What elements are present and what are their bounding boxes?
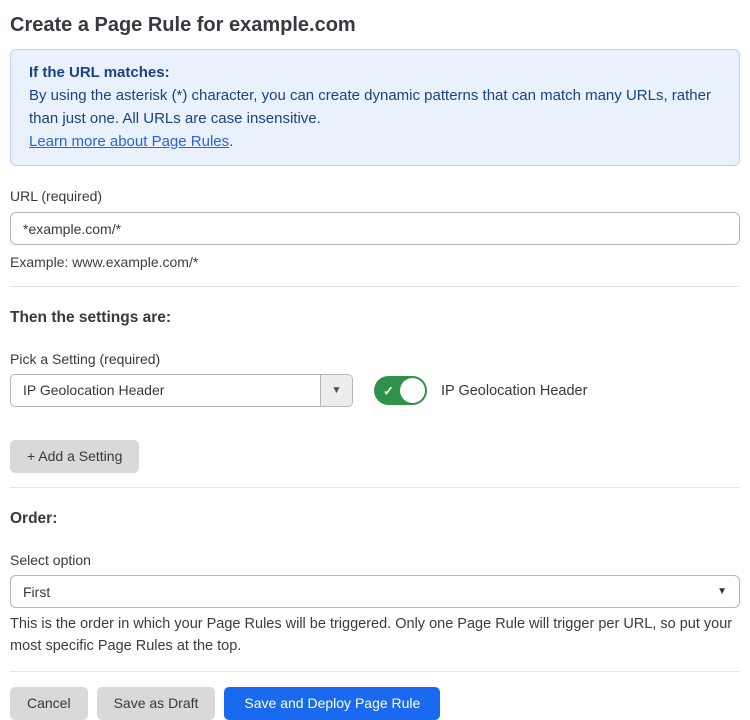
order-select-value: First	[23, 584, 50, 600]
setting-row: IP Geolocation Header ▼ ✓ IP Geolocation…	[10, 374, 740, 407]
link-suffix: .	[229, 133, 233, 150]
order-select-label: Select option	[10, 550, 740, 570]
info-box-body: By using the asterisk (*) character, you…	[29, 84, 721, 130]
setting-picker-dropdown[interactable]: IP Geolocation Header ▼	[10, 374, 353, 407]
check-icon: ✓	[383, 384, 394, 397]
chevron-down-icon: ▼	[332, 385, 342, 396]
save-draft-button[interactable]: Save as Draft	[97, 687, 216, 720]
url-example-text: Example: www.example.com/*	[10, 252, 740, 272]
divider	[10, 671, 740, 672]
page-rule-form: Create a Page Rule for example.com If th…	[0, 12, 750, 720]
info-box-heading: If the URL matches:	[29, 61, 721, 84]
learn-more-link[interactable]: Learn more about Page Rules	[29, 133, 229, 150]
url-field-label: URL (required)	[10, 186, 740, 206]
page-title: Create a Page Rule for example.com	[10, 12, 740, 38]
divider	[10, 487, 740, 488]
cancel-button[interactable]: Cancel	[10, 687, 88, 720]
divider	[10, 286, 740, 287]
ip-geolocation-toggle[interactable]: ✓	[374, 376, 427, 405]
setting-picker-value: IP Geolocation Header	[11, 375, 320, 406]
order-helper-text: This is the order in which your Page Rul…	[10, 613, 740, 657]
order-section-heading: Order:	[10, 508, 740, 530]
url-input[interactable]	[10, 212, 740, 245]
url-match-info-box: If the URL matches: By using the asteris…	[10, 49, 740, 166]
toggle-label: IP Geolocation Header	[441, 383, 587, 399]
info-box-link-line: Learn more about Page Rules.	[29, 130, 721, 153]
setting-picker-label: Pick a Setting (required)	[10, 349, 740, 369]
setting-picker-arrow-button[interactable]: ▼	[320, 375, 352, 406]
chevron-down-icon: ▼	[717, 586, 727, 597]
add-setting-button[interactable]: + Add a Setting	[10, 440, 139, 473]
toggle-knob	[400, 378, 425, 403]
save-deploy-button[interactable]: Save and Deploy Page Rule	[224, 687, 440, 720]
order-select[interactable]: First ▼	[10, 575, 740, 608]
footer-actions: Cancel Save as Draft Save and Deploy Pag…	[10, 687, 740, 720]
settings-section-heading: Then the settings are:	[10, 307, 740, 329]
